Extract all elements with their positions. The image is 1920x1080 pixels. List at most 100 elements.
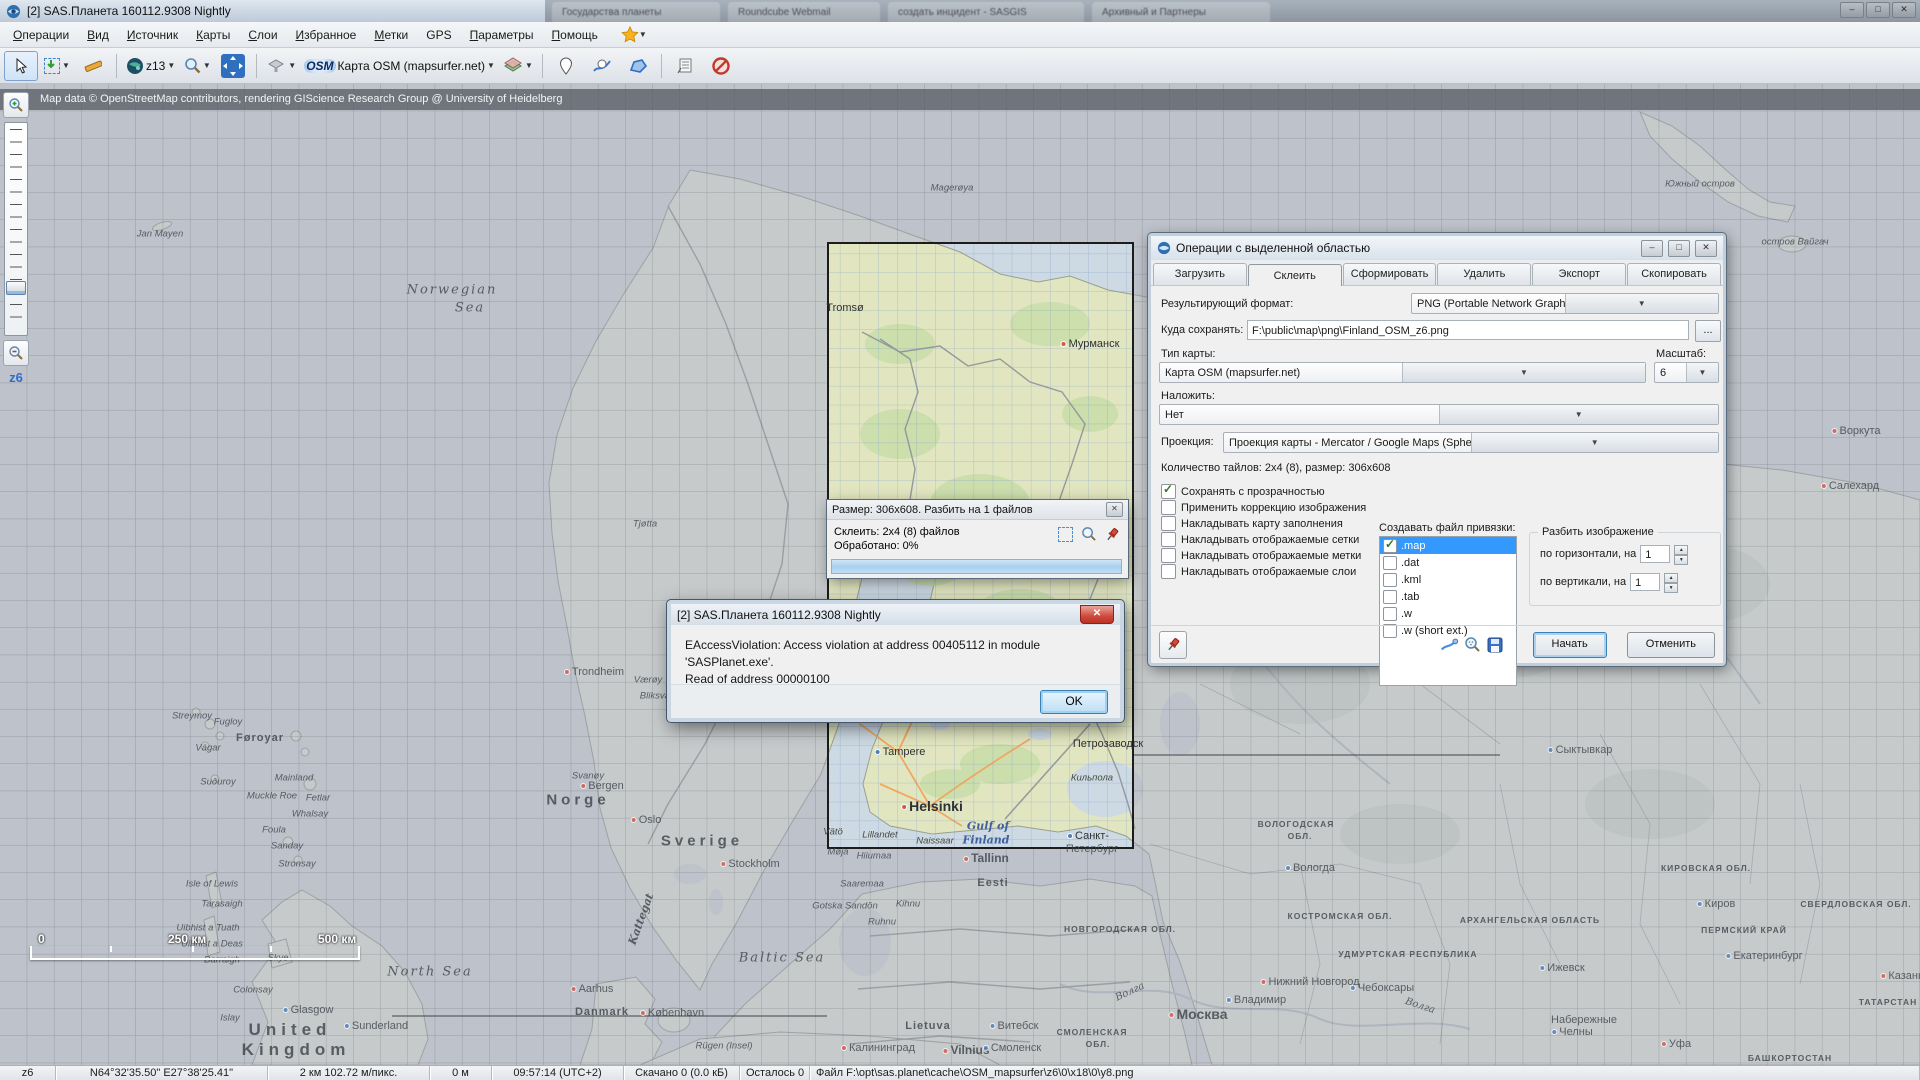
add-path-button[interactable]: [585, 51, 619, 81]
link-file-item[interactable]: .map: [1380, 537, 1516, 554]
layers-button[interactable]: ▼: [500, 51, 536, 81]
menu-операции[interactable]: Операции: [4, 25, 78, 45]
placemark-icon: [559, 57, 573, 75]
menu-gps[interactable]: GPS: [417, 25, 460, 45]
close-icon[interactable]: ✕: [1106, 502, 1123, 517]
search-button[interactable]: ▼: [180, 51, 214, 81]
pushpin-icon[interactable]: [1105, 527, 1120, 542]
error-title-bar[interactable]: [2] SAS.Планета 160112.9308 Nightly ✕: [671, 604, 1120, 625]
close-icon[interactable]: ✕: [1080, 605, 1114, 624]
menu-помощь[interactable]: Помощь: [543, 25, 607, 45]
tab-склеить[interactable]: Склеить: [1248, 264, 1342, 286]
app-title-bar[interactable]: [2] SAS.Планета 160112.9308 Nightly: [0, 0, 545, 22]
zoom-to-selection-icon[interactable]: [1440, 637, 1458, 653]
window-control-button[interactable]: ✕: [1892, 2, 1916, 18]
link-file-list[interactable]: .map.dat.kml.tab.w.w (short ext.): [1379, 536, 1517, 686]
tab-скопировать[interactable]: Скопировать: [1627, 263, 1721, 285]
link-file-item[interactable]: .w: [1380, 605, 1516, 622]
tab-удалить[interactable]: Удалить: [1437, 263, 1531, 285]
option-checkbox-row[interactable]: Накладывать отображаемые слои: [1161, 564, 1356, 579]
zoom-out-button[interactable]: [3, 340, 29, 366]
ruler-button[interactable]: [76, 51, 110, 81]
checkbox[interactable]: [1161, 516, 1176, 531]
checkbox[interactable]: [1161, 500, 1176, 515]
dialog-title-bar[interactable]: Операции с выделенной областью – □ ✕: [1151, 236, 1723, 260]
save-path-input[interactable]: F:\public\map\png\Finland_OSM_z6.png: [1247, 320, 1689, 340]
checkbox[interactable]: [1161, 564, 1176, 579]
option-checkbox-row[interactable]: Применить коррекцию изображения: [1161, 500, 1366, 515]
ok-button[interactable]: OK: [1040, 690, 1108, 714]
sas-planet-app: Государства планеты Roundcube Webmail созд…: [0, 0, 1920, 1080]
option-checkbox-row[interactable]: Накладывать отображаемые метки: [1161, 548, 1361, 563]
projection-combobox[interactable]: Проекция карты - Mercator / Google Maps …: [1223, 432, 1719, 453]
link-file-item[interactable]: .dat: [1380, 554, 1516, 571]
zoom-in-button[interactable]: [3, 92, 29, 118]
checkbox[interactable]: [1383, 607, 1397, 621]
add-placemark-button[interactable]: [549, 51, 583, 81]
checkbox[interactable]: [1383, 539, 1397, 553]
selection-tool-button[interactable]: ▼: [40, 51, 74, 81]
spinner-arrows[interactable]: ▲▼: [1674, 545, 1688, 563]
zoom-slider-handle[interactable]: [6, 281, 26, 295]
menu-избранное[interactable]: Избранное: [287, 25, 366, 45]
zoom-icon[interactable]: [1081, 526, 1097, 542]
link-file-item[interactable]: .tab: [1380, 588, 1516, 605]
background-tab[interactable]: Roundcube Webmail: [728, 2, 880, 22]
menu-источник[interactable]: Источник: [118, 25, 187, 45]
placemark-manager-button[interactable]: [668, 51, 702, 81]
favorites-star-button[interactable]: ▼: [617, 25, 651, 44]
tab-сформировать[interactable]: Сформировать: [1343, 263, 1437, 285]
spin-value[interactable]: 1: [1630, 573, 1660, 591]
hide-marks-button[interactable]: [704, 51, 738, 81]
maximize-button[interactable]: □: [1668, 240, 1690, 257]
format-combobox[interactable]: PNG (Portable Network Graphics)▼: [1411, 293, 1719, 314]
spin-value[interactable]: 1: [1640, 545, 1670, 563]
menu-параметры[interactable]: Параметры: [461, 25, 543, 45]
checkbox[interactable]: [1161, 532, 1176, 547]
link-file-item[interactable]: .kml: [1380, 571, 1516, 588]
selection-rect-icon[interactable]: [1058, 527, 1073, 542]
scale-combobox[interactable]: 6▼: [1654, 362, 1719, 383]
menu-карты[interactable]: Карты: [187, 25, 239, 45]
add-polygon-button[interactable]: [621, 51, 655, 81]
checkbox[interactable]: [1161, 548, 1176, 563]
menu-вид[interactable]: Вид: [78, 25, 118, 45]
fill-map-button[interactable]: ▼: [263, 51, 299, 81]
tab-загрузить[interactable]: Загрузить: [1153, 263, 1247, 285]
browse-button[interactable]: ...: [1695, 320, 1721, 342]
window-control-button[interactable]: □: [1866, 2, 1890, 18]
tab-экспорт[interactable]: Экспорт: [1532, 263, 1626, 285]
pin-window-button[interactable]: [1159, 631, 1187, 659]
checkbox[interactable]: [1161, 484, 1176, 499]
pan-cursor-button[interactable]: [4, 51, 38, 81]
error-message: EAccessViolation: Access violation at ad…: [671, 625, 1120, 688]
overlay-combobox[interactable]: Нет▼: [1159, 404, 1719, 425]
minimize-button[interactable]: –: [1641, 240, 1663, 257]
cancel-button[interactable]: Отменить: [1627, 632, 1715, 658]
save-settings-icon[interactable]: [1487, 637, 1503, 653]
menu-метки[interactable]: Метки: [365, 25, 417, 45]
goto-zoom-button[interactable]: z13 ▼: [123, 51, 178, 81]
background-tab[interactable]: Государства планеты: [552, 2, 720, 22]
ruler-icon: [84, 58, 102, 74]
checkbox[interactable]: [1383, 590, 1397, 604]
start-button[interactable]: Начать: [1533, 632, 1607, 658]
window-control-button[interactable]: –: [1840, 2, 1864, 18]
spinner-arrows[interactable]: ▲▼: [1664, 573, 1678, 591]
dialog-tabs: ЗагрузитьСклеитьСформироватьУдалитьЭкспо…: [1151, 260, 1723, 286]
close-button[interactable]: ✕: [1695, 240, 1717, 257]
preview-zoom-icon[interactable]: [1464, 636, 1481, 653]
option-checkbox-row[interactable]: Сохранять с прозрачностью: [1161, 484, 1325, 499]
option-checkbox-row[interactable]: Накладывать отображаемые сетки: [1161, 532, 1359, 547]
progress-title-bar[interactable]: Размер: 306x608. Разбить на 1 файлов ✕: [827, 500, 1128, 519]
menu-слои[interactable]: Слои: [239, 25, 286, 45]
checkbox[interactable]: [1383, 573, 1397, 587]
background-tab[interactable]: создать инцидент - SASGIS: [888, 2, 1084, 22]
map-type-combobox[interactable]: Карта OSM (mapsurfer.net)▼: [1159, 362, 1646, 383]
checkbox[interactable]: [1383, 556, 1397, 570]
fullscreen-button[interactable]: [216, 51, 250, 81]
option-checkbox-row[interactable]: Накладывать карту заполнения: [1161, 516, 1343, 531]
background-tab[interactable]: Архивный и Партнеры: [1092, 2, 1270, 22]
map-type-selector[interactable]: OSM Карта OSM (mapsurfer.net) ▼: [301, 51, 498, 81]
zoom-slider[interactable]: [4, 122, 28, 336]
